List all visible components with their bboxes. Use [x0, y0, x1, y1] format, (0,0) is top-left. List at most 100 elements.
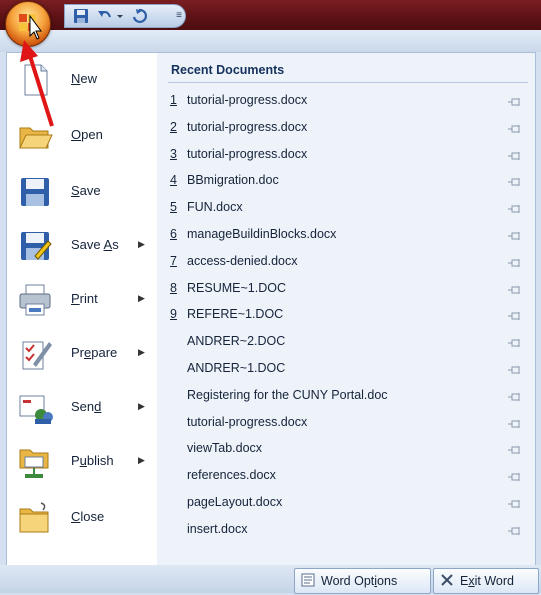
save-icon [17, 174, 53, 210]
pin-icon[interactable] [508, 256, 522, 267]
recent-document-item[interactable]: 4 BBmigration.doc [168, 168, 528, 194]
recent-document-item[interactable]: 2 tutorial-progress.docx [168, 115, 528, 141]
recent-document-item[interactable]: 9 REFERE~1.DOC [168, 302, 528, 328]
pin-icon[interactable] [508, 175, 522, 187]
recent-document-name: insert.docx [187, 521, 248, 536]
menu-item-prepare[interactable]: Prepare ▶ [7, 327, 157, 381]
pin-icon[interactable] [508, 443, 522, 455]
recent-document-name: RESUME~1.DOC [187, 280, 286, 295]
recent-document-name: tutorial-progress.docx [187, 119, 308, 134]
pin-icon[interactable] [508, 497, 522, 508]
pin-icon[interactable] [508, 229, 522, 240]
pin-icon[interactable] [508, 95, 522, 106]
submenu-arrow-icon: ▶ [138, 239, 145, 249]
recent-document-item[interactable]: 3 tutorial-progress.docx [168, 142, 528, 168]
recent-document-name: FUN.docx [187, 200, 243, 215]
recent-document-number: 7 [170, 253, 177, 268]
publish-icon [17, 444, 53, 480]
submenu-arrow-icon: ▶ [138, 455, 145, 465]
open-folder-icon [17, 118, 53, 154]
menu-item-label: Close [71, 509, 105, 524]
recent-document-number: 9 [170, 307, 177, 322]
recent-document-name: REFERE~1.DOC [187, 307, 284, 322]
pin-icon[interactable] [508, 524, 522, 535]
exit-word-label: Exit Word [460, 574, 514, 588]
undo-icon[interactable] [97, 8, 113, 24]
menu-item-open[interactable]: Open [7, 109, 157, 163]
recent-documents-heading: Recent Documents [171, 63, 285, 77]
pin-icon[interactable] [508, 390, 522, 401]
title-bar: ≡ [0, 0, 541, 30]
recent-document-number: 1 [170, 93, 177, 107]
menu-top-strip [0, 30, 541, 52]
office-button[interactable] [5, 1, 51, 47]
menu-item-save[interactable]: Save [7, 165, 157, 219]
menu-item-close[interactable]: Close [7, 491, 157, 545]
divider [168, 82, 528, 83]
new-document-icon [17, 62, 53, 98]
send-icon [17, 390, 53, 426]
menu-item-new[interactable]: New [7, 53, 157, 107]
word-options-label: Word Options [321, 574, 398, 588]
pin-icon[interactable] [508, 122, 522, 133]
menu-item-label: Publish [71, 453, 114, 468]
submenu-arrow-icon: ▶ [138, 293, 145, 303]
recent-document-number: 4 [170, 173, 177, 188]
exit-word-button[interactable]: Exit Word [433, 568, 539, 594]
pin-icon[interactable] [508, 149, 522, 160]
recent-document-item[interactable]: 8 RESUME~1.DOC [168, 276, 528, 302]
recent-document-item[interactable]: Registering for the CUNY Portal.doc [168, 383, 528, 409]
recent-document-item[interactable]: viewTab.docx [168, 436, 528, 462]
pin-icon[interactable] [508, 283, 522, 294]
save-icon[interactable] [73, 8, 89, 24]
quick-access-toolbar: ≡ [64, 4, 186, 28]
recent-document-item[interactable]: 5 FUN.docx [168, 195, 528, 221]
menu-item-publish[interactable]: Publish ▶ [7, 435, 157, 489]
recent-document-name: manageBuildinBlocks.docx [187, 227, 337, 241]
recent-document-name: pageLayout.docx [187, 495, 283, 509]
recent-document-name: BBmigration.doc [187, 173, 279, 188]
submenu-arrow-icon: ▶ [138, 401, 145, 411]
office-logo-icon [19, 14, 42, 40]
save-as-icon [17, 228, 53, 264]
word-options-button[interactable]: Word Options [294, 568, 431, 594]
customize-toolbar-icon[interactable]: ≡ [173, 8, 185, 24]
recent-document-item[interactable]: references.docx [168, 463, 528, 489]
pin-icon[interactable] [508, 336, 522, 348]
exit-icon [440, 573, 454, 587]
recent-document-item[interactable]: ANDRER~2.DOC [168, 329, 528, 355]
recent-document-item[interactable]: ANDRER~1.DOC [168, 356, 528, 382]
close-document-icon [17, 500, 53, 536]
recent-document-name: ANDRER~2.DOC [187, 334, 286, 349]
menu-item-label: Print [71, 291, 98, 306]
printer-icon [17, 282, 53, 318]
recent-document-name: tutorial-progress.docx [187, 93, 308, 107]
menu-item-label: Save [71, 183, 101, 198]
pin-icon[interactable] [508, 309, 522, 321]
recent-document-number: 2 [170, 119, 177, 134]
recent-document-item[interactable]: pageLayout.docx [168, 490, 528, 516]
menu-item-save-as[interactable]: Save As ▶ [7, 219, 157, 273]
recent-document-item[interactable]: 7 access-denied.docx [168, 249, 528, 275]
pin-icon[interactable] [508, 417, 522, 428]
recent-document-item[interactable]: 1 tutorial-progress.docx [168, 88, 528, 114]
redo-icon[interactable] [131, 8, 147, 24]
submenu-arrow-icon: ▶ [138, 347, 145, 357]
recent-document-item[interactable]: tutorial-progress.docx [168, 410, 528, 436]
menu-item-print[interactable]: Print ▶ [7, 273, 157, 327]
pin-icon[interactable] [508, 363, 522, 374]
recent-document-name: tutorial-progress.docx [187, 146, 308, 161]
recent-document-number: 3 [170, 146, 177, 161]
menu-item-label: New [71, 71, 98, 86]
menu-item-send[interactable]: Send ▶ [7, 381, 157, 435]
prepare-icon [17, 336, 53, 372]
recent-document-item[interactable]: insert.docx [168, 517, 528, 543]
menu-item-label: Send [71, 399, 102, 414]
recent-document-item[interactable]: 6 manageBuildinBlocks.docx [168, 222, 528, 248]
undo-dropdown-icon[interactable] [115, 8, 131, 24]
recent-document-name: Registering for the CUNY Portal.doc [187, 387, 388, 402]
word-options-icon [301, 573, 315, 587]
pin-icon[interactable] [508, 470, 522, 482]
menu-item-label: Prepare [71, 345, 118, 360]
pin-icon[interactable] [508, 202, 522, 214]
